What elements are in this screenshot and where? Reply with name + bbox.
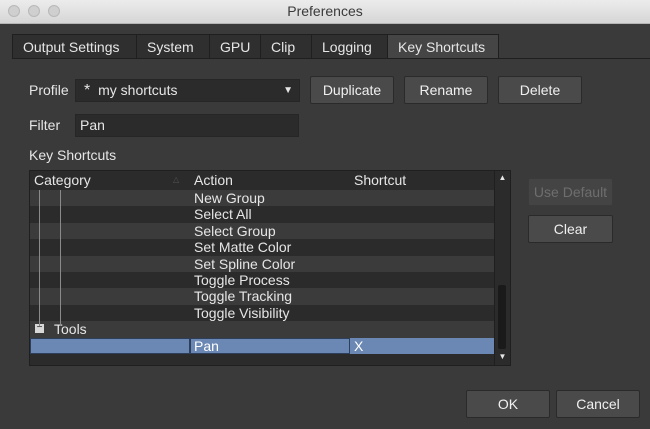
column-action[interactable]: Action — [194, 172, 233, 188]
action-cell: Toggle Process — [194, 271, 290, 288]
table-row[interactable]: Toggle Tracking — [30, 288, 494, 305]
tree-guide-line — [60, 190, 61, 326]
table-row-selected[interactable]: Pan X — [30, 337, 494, 354]
tab-logging[interactable]: Logging — [311, 34, 387, 59]
action-cell: Set Spline Color — [194, 255, 296, 272]
tab-divider — [12, 58, 650, 59]
column-category[interactable]: Category — [34, 172, 91, 188]
table-row[interactable]: Set Spline Color — [30, 255, 494, 272]
table-row[interactable]: New Group — [30, 190, 494, 207]
table-row-category-tools[interactable]: − Tools — [30, 321, 494, 338]
table-body: New Group Select All Select Group Set Ma… — [30, 190, 494, 354]
chevron-down-icon: ▼ — [283, 85, 293, 96]
duplicate-button[interactable]: Duplicate — [310, 76, 394, 104]
table-row[interactable]: Select All — [30, 206, 494, 222]
ok-button[interactable]: OK — [466, 390, 550, 418]
profile-dropdown[interactable]: * my shortcuts ▼ — [75, 79, 300, 102]
table-row[interactable]: Select Group — [30, 222, 494, 240]
title-bar: Preferences — [0, 0, 650, 24]
action-cell: Set Matte Color — [194, 239, 292, 256]
preferences-window: Preferences Output Settings System GPU C… — [0, 0, 650, 429]
tab-output-settings[interactable]: Output Settings — [12, 34, 136, 59]
sort-ascending-icon: △ — [173, 175, 180, 184]
tab-gpu[interactable]: GPU — [209, 34, 260, 59]
cancel-button[interactable]: Cancel — [556, 390, 640, 418]
window-title: Preferences — [287, 3, 363, 19]
use-default-button[interactable]: Use Default — [528, 178, 613, 206]
profile-value: my shortcuts — [98, 82, 178, 98]
profile-label: Profile — [29, 82, 69, 98]
filter-label: Filter — [29, 117, 61, 133]
vertical-scrollbar[interactable]: ▲ ▼ — [494, 171, 510, 365]
clear-button[interactable]: Clear — [528, 215, 613, 243]
tab-bar: Output Settings System GPU Clip Logging … — [12, 34, 499, 59]
table-header: Category △ Action Shortcut — [30, 171, 494, 190]
scrollbar-thumb[interactable] — [498, 285, 506, 349]
scroll-up-arrow-icon[interactable]: ▲ — [498, 173, 507, 182]
table-row[interactable]: Toggle Visibility — [30, 305, 494, 321]
shortcuts-table[interactable]: Category △ Action Shortcut New Group Sel… — [29, 170, 511, 366]
action-cell: Toggle Visibility — [194, 304, 290, 321]
delete-button[interactable]: Delete — [498, 76, 582, 104]
table-row[interactable]: Toggle Process — [30, 272, 494, 288]
action-cell: Select Group — [194, 222, 276, 239]
action-cell: Select All — [194, 206, 252, 223]
action-cell: New Group — [194, 190, 265, 206]
scroll-down-arrow-icon[interactable]: ▼ — [498, 352, 507, 361]
action-cell: Toggle Tracking — [194, 288, 293, 305]
table-row[interactable]: Set Matte Color — [30, 239, 494, 255]
tab-clip[interactable]: Clip — [260, 34, 311, 59]
tab-key-shortcuts[interactable]: Key Shortcuts — [387, 34, 499, 59]
action-cell: Pan — [194, 337, 219, 354]
rename-button[interactable]: Rename — [404, 76, 488, 104]
shortcut-cell: X — [354, 337, 364, 354]
filter-input[interactable]: Pan — [75, 114, 299, 137]
key-shortcuts-label: Key Shortcuts — [29, 147, 117, 163]
selection-outline — [30, 337, 190, 354]
column-shortcut[interactable]: Shortcut — [354, 172, 406, 188]
asterisk-icon: * — [84, 82, 91, 99]
category-cell: Tools — [54, 321, 87, 338]
tree-guide-line — [39, 190, 40, 326]
tab-system[interactable]: System — [136, 34, 209, 59]
